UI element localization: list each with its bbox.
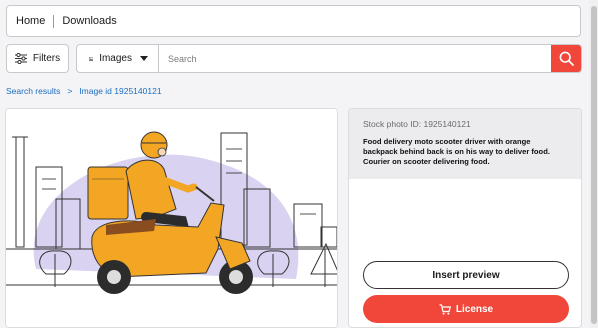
breadcrumb-divider [53,14,55,28]
home-link[interactable]: Home [16,15,45,27]
cart-icon [439,303,451,315]
search-input[interactable] [159,45,551,72]
breadcrumb-separator: > [67,86,73,96]
search-bar: Images [76,44,582,73]
delivery-scooter-illustration[interactable] [6,109,338,328]
filters-label: Filters [32,53,61,64]
image-preview-card [5,108,338,328]
details-header: Stock photo ID: 1925140121 Food delivery… [349,109,581,179]
top-breadcrumb: Home Downloads [6,5,581,37]
insert-preview-label: Insert preview [432,269,500,281]
license-button[interactable]: License [363,295,569,323]
chevron-down-icon [140,56,148,61]
search-results-link[interactable]: Search results [6,86,60,96]
search-button[interactable] [551,45,581,72]
insert-preview-button[interactable]: Insert preview [363,261,569,289]
downloads-link[interactable]: Downloads [62,15,116,27]
image-icon [89,56,94,61]
image-type-dropdown[interactable]: Images [77,45,159,72]
license-label: License [455,303,494,315]
image-description: Food delivery moto scooter driver with o… [363,137,550,166]
results-breadcrumb: Search results > Image id 1925140121 [6,86,162,96]
image-type-label: Images [99,53,132,64]
filters-button[interactable]: Filters [6,44,69,73]
scrollbar-thumb[interactable] [591,6,597,324]
sliders-icon [14,53,27,64]
search-icon [559,51,574,66]
stock-photo-id: Stock photo ID: 1925140121 [363,119,471,129]
image-id-crumb: Image id 1925140121 [79,86,162,96]
image-details-panel: Stock photo ID: 1925140121 Food delivery… [348,108,582,328]
